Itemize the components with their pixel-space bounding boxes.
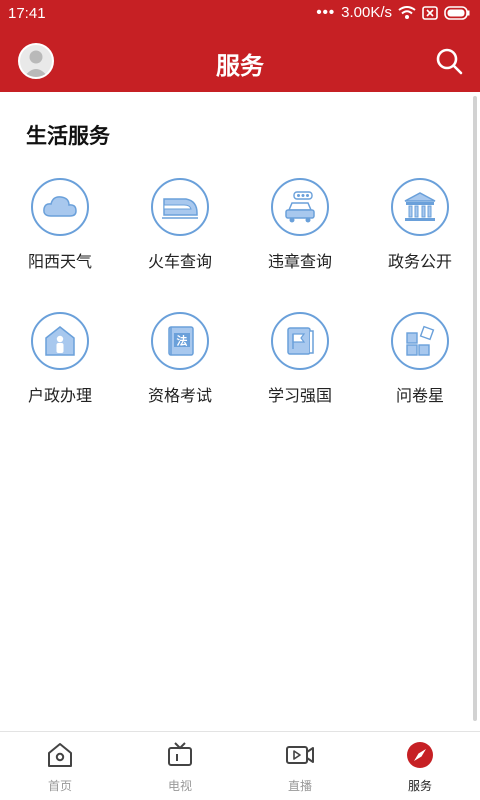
services-row: 阳西天气 火车查询 违章查询 政务公开 bbox=[0, 178, 480, 288]
wifi-icon bbox=[398, 5, 416, 19]
status-bar: 17:41 ••• 3.00K/s bbox=[0, 0, 480, 28]
service-traffic-violation[interactable]: 违章查询 bbox=[245, 178, 355, 288]
service-label: 户政办理 bbox=[27, 388, 92, 405]
service-label: 资格考试 bbox=[147, 388, 212, 405]
nav-label: 电视 bbox=[167, 779, 192, 793]
scrollbar[interactable] bbox=[473, 96, 477, 721]
service-label: 违章查询 bbox=[267, 254, 332, 271]
flag-book-icon bbox=[287, 327, 314, 355]
service-study[interactable]: 学习强国 bbox=[245, 312, 355, 422]
sim-icon bbox=[422, 5, 438, 20]
service-label: 火车查询 bbox=[147, 254, 212, 271]
law-book-icon: 法 bbox=[168, 326, 194, 356]
household-circle bbox=[31, 312, 89, 370]
service-train[interactable]: 火车查询 bbox=[125, 178, 235, 288]
nav-live[interactable]: 直播 bbox=[240, 740, 360, 794]
app-header: 服务 bbox=[0, 28, 480, 92]
nav-service[interactable]: 服务 bbox=[360, 740, 480, 794]
status-indicators: ••• 3.00K/s bbox=[316, 4, 470, 21]
weather-circle bbox=[31, 178, 89, 236]
tv-icon bbox=[168, 742, 192, 766]
service-weather[interactable]: 阳西天气 bbox=[5, 178, 115, 288]
network-speed: 3.00K/s bbox=[341, 4, 392, 21]
cloud-icon bbox=[43, 196, 77, 217]
battery-icon bbox=[444, 5, 470, 20]
status-time: 17:41 bbox=[8, 5, 46, 22]
nav-home[interactable]: 首页 bbox=[0, 740, 120, 794]
train-circle bbox=[151, 178, 209, 236]
services-row: 户政办理 法 资格考试 学习强国 问卷星 bbox=[0, 312, 480, 422]
bottom-nav: 首页 电视 直播 服务 bbox=[0, 731, 480, 800]
service-exam[interactable]: 法 资格考试 bbox=[125, 312, 235, 422]
government-circle bbox=[391, 178, 449, 236]
live-video-icon bbox=[286, 746, 314, 764]
service-household[interactable]: 户政办理 bbox=[5, 312, 115, 422]
service-label: 问卷星 bbox=[395, 388, 444, 405]
train-icon bbox=[162, 198, 198, 219]
page-title: 服务 bbox=[216, 53, 264, 80]
section-title: 生活服务 bbox=[26, 125, 110, 148]
search-icon[interactable] bbox=[434, 46, 464, 76]
car-icon bbox=[285, 191, 315, 223]
exam-circle: 法 bbox=[151, 312, 209, 370]
blocks-icon bbox=[406, 325, 435, 356]
service-government[interactable]: 政务公开 bbox=[365, 178, 475, 288]
svg-text:法: 法 bbox=[177, 334, 188, 348]
car-circle bbox=[271, 178, 329, 236]
compass-icon bbox=[407, 742, 433, 768]
service-label: 阳西天气 bbox=[27, 254, 92, 271]
service-label: 学习强国 bbox=[267, 388, 332, 405]
household-icon bbox=[45, 326, 75, 356]
more-dots-icon: ••• bbox=[316, 4, 336, 21]
nav-label: 首页 bbox=[47, 779, 72, 793]
survey-circle bbox=[391, 312, 449, 370]
nav-tv[interactable]: 电视 bbox=[120, 740, 240, 794]
government-building-icon bbox=[404, 192, 436, 221]
service-survey[interactable]: 问卷星 bbox=[365, 312, 475, 422]
home-icon bbox=[48, 743, 72, 767]
nav-label: 服务 bbox=[407, 779, 432, 793]
nav-label: 直播 bbox=[287, 779, 312, 793]
service-label: 政务公开 bbox=[387, 254, 452, 271]
study-circle bbox=[271, 312, 329, 370]
